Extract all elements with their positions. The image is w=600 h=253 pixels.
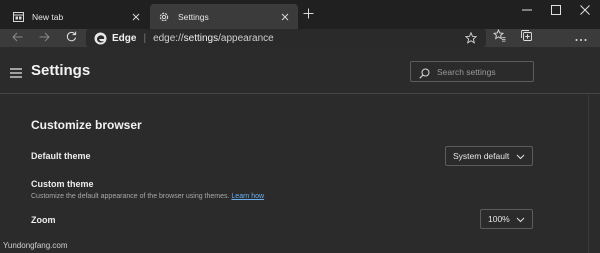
plus-icon <box>303 6 314 24</box>
page-title: Settings <box>31 62 91 79</box>
ellipsis-icon <box>575 29 587 47</box>
tab-settings[interactable]: Settings <box>150 4 298 29</box>
arrow-right-icon <box>39 29 50 47</box>
close-icon <box>580 2 590 20</box>
toolbar: Edge | edge://settings/appearance <box>0 28 600 73</box>
omnibox-separator: | <box>143 32 147 44</box>
add-favorite-star-icon[interactable] <box>464 31 478 45</box>
close-icon[interactable] <box>278 10 292 24</box>
zoom-label: Zoom <box>31 215 56 225</box>
address-bar[interactable]: Edge | edge://settings/appearance <box>86 29 486 47</box>
chevron-down-icon <box>516 152 525 161</box>
url-scheme: edge:// <box>153 32 184 44</box>
default-theme-value: System default <box>453 151 510 161</box>
chevron-down-icon <box>516 215 525 224</box>
settings-header: Settings <box>0 47 600 94</box>
settings-content: Customize browser Default theme System d… <box>0 95 588 253</box>
minimize-button[interactable] <box>512 0 542 22</box>
scrollbar[interactable] <box>588 95 600 253</box>
new-tab-button[interactable] <box>300 7 316 23</box>
tab-new-tab[interactable]: New tab <box>4 4 149 29</box>
search-input[interactable] <box>437 66 527 77</box>
menu-hamburger-icon[interactable] <box>10 65 22 78</box>
tab-strip: New tab Settings <box>0 0 600 29</box>
custom-theme-description: Customize the default appearance of the … <box>31 193 264 200</box>
description-text: Customize the default appearance of the … <box>31 193 230 200</box>
url-host: settings <box>183 32 219 44</box>
favorites-star-icon <box>492 28 506 47</box>
learn-how-link[interactable]: Learn how <box>231 193 264 200</box>
new-tab-page-icon <box>11 10 25 24</box>
search-settings-box[interactable] <box>410 61 534 82</box>
collections-button[interactable] <box>518 30 534 46</box>
edge-logo-icon <box>94 32 107 45</box>
tab-label: New tab <box>32 11 64 22</box>
tab-label: Settings <box>178 11 209 22</box>
more-menu-button[interactable] <box>573 30 589 46</box>
section-title: Customize browser <box>31 118 142 132</box>
url-path: /appearance <box>218 32 274 44</box>
custom-theme-label: Custom theme <box>31 179 94 189</box>
collections-icon <box>520 29 533 47</box>
forward-button[interactable] <box>35 30 53 46</box>
site-identity-label: Edge <box>112 32 137 44</box>
default-theme-dropdown[interactable]: System default <box>445 146 533 166</box>
favorites-button[interactable] <box>491 28 507 47</box>
window-close-button[interactable] <box>570 0 600 22</box>
url-text: edge://settings/appearance <box>153 33 274 44</box>
minimize-icon <box>522 2 532 20</box>
zoom-dropdown[interactable]: 100% <box>480 209 533 229</box>
close-icon[interactable] <box>129 10 143 24</box>
back-button[interactable] <box>8 30 26 46</box>
maximize-button[interactable] <box>541 0 571 22</box>
refresh-icon <box>66 29 77 47</box>
default-theme-label: Default theme <box>31 151 91 161</box>
maximize-icon <box>551 2 561 20</box>
browser-window: New tab Settings Edge | edge://settings/… <box>0 0 600 253</box>
zoom-value: 100% <box>488 214 510 224</box>
gear-icon <box>157 10 171 24</box>
search-icon <box>419 66 431 79</box>
watermark-text: Yundongfang.com <box>3 241 68 250</box>
arrow-left-icon <box>11 29 23 47</box>
refresh-button[interactable] <box>62 30 80 46</box>
